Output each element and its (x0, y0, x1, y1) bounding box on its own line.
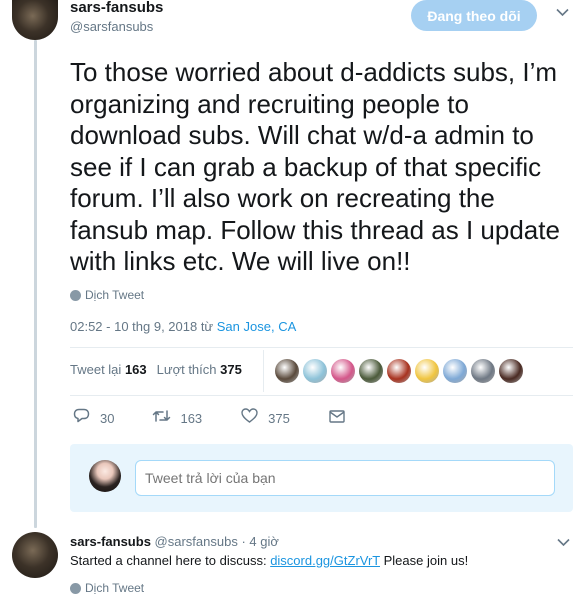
author-name[interactable]: sars-fansubs (70, 0, 163, 16)
reply-button[interactable]: 30 (72, 408, 114, 428)
avatar (89, 460, 121, 492)
heart-icon (240, 408, 258, 428)
translate-label: Dịch Tweet (85, 288, 145, 302)
message-button[interactable] (328, 408, 346, 428)
divider (263, 350, 264, 392)
divider (70, 395, 573, 396)
avatar[interactable] (12, 532, 58, 578)
chevron-down-icon[interactable] (556, 6, 570, 17)
discord-link[interactable]: discord.gg/GtZrVrT (270, 553, 380, 568)
envelope-icon (328, 408, 346, 428)
timestamp-text: 02:52 - 10 thg 9, 2018 từ (70, 319, 214, 334)
avatar[interactable] (12, 0, 58, 40)
retweet-count: 163 (180, 410, 203, 426)
tweet-timestamp: 02:52 - 10 thg 9, 2018 từ San Jose, CA (70, 319, 296, 334)
reply-count: 30 (100, 410, 115, 426)
reply-icon (72, 408, 90, 428)
like-stat[interactable]: Lượt thích 375 (157, 362, 242, 377)
liker-avatar[interactable] (359, 359, 383, 383)
author-name[interactable]: sars-fansubs (70, 534, 151, 549)
reply-tweet-text: Started a channel here to discuss: disco… (70, 553, 469, 568)
divider (70, 347, 573, 348)
chevron-down-icon[interactable] (557, 536, 570, 550)
translate-label: Dịch Tweet (85, 581, 145, 595)
liker-avatar[interactable] (415, 359, 439, 383)
liker-avatar[interactable] (331, 359, 355, 383)
retweet-button[interactable]: 163 (152, 408, 202, 428)
globe-icon (70, 289, 81, 301)
thread-line (34, 40, 37, 528)
reply-input[interactable] (135, 460, 555, 496)
tweet-stats: Tweet lại 163 Lượt thích 375 (70, 362, 242, 377)
liker-avatar[interactable] (303, 359, 327, 383)
tweet-actions: 30 163 375 (72, 408, 384, 428)
liker-avatar[interactable] (471, 359, 495, 383)
likers-avatars[interactable] (275, 359, 523, 383)
author-meta: @sarsfansubs · 4 giờ (154, 534, 279, 549)
liker-avatar[interactable] (387, 359, 411, 383)
following-button[interactable]: Đang theo dõi (411, 0, 537, 31)
liker-avatar[interactable] (499, 359, 523, 383)
retweet-icon (152, 408, 171, 428)
retweet-stat[interactable]: Tweet lại 163 (70, 362, 147, 377)
reply-tweet-header: sars-fansubs @sarsfansubs · 4 giờ (70, 534, 279, 549)
liker-avatar[interactable] (275, 359, 299, 383)
like-count: 375 (268, 410, 290, 426)
tweet-text: To those worried about d-addicts subs, I… (70, 57, 560, 276)
like-button[interactable]: 375 (240, 408, 290, 428)
translate-tweet[interactable]: Dịch Tweet (70, 288, 144, 302)
translate-tweet[interactable]: Dịch Tweet (70, 581, 144, 595)
reply-composer (70, 444, 573, 512)
globe-icon (70, 582, 81, 594)
location-link[interactable]: San Jose, CA (217, 319, 297, 334)
liker-avatar[interactable] (443, 359, 467, 383)
author-handle[interactable]: @sarsfansubs (70, 19, 153, 34)
